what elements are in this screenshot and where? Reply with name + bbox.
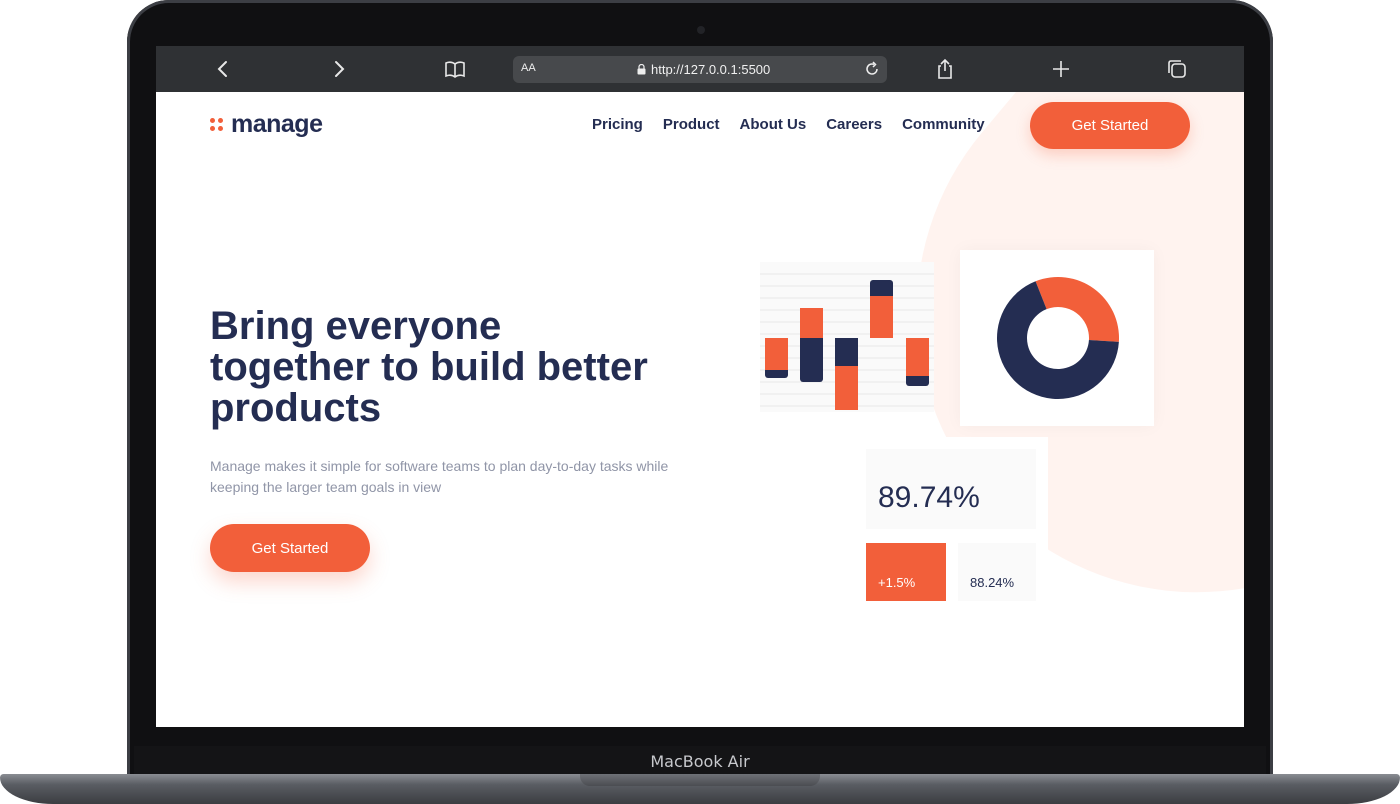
nav-pricing[interactable]: Pricing bbox=[592, 116, 643, 133]
bookmarks-icon[interactable] bbox=[444, 58, 466, 80]
main-nav: Pricing Product About Us Careers Communi… bbox=[592, 116, 985, 133]
url-text: http://127.0.0.1:5500 bbox=[651, 62, 771, 77]
back-icon[interactable] bbox=[212, 58, 234, 80]
new-tab-icon[interactable] bbox=[1050, 58, 1072, 80]
stat-change-box: +1.5% bbox=[866, 543, 946, 601]
text-size-button[interactable]: AA bbox=[521, 62, 536, 74]
hero-subtitle: Manage makes it simple for software team… bbox=[210, 458, 669, 495]
donut-chart-card bbox=[960, 250, 1154, 426]
bar-3-orange bbox=[835, 366, 858, 410]
bar-2-orange bbox=[800, 308, 823, 338]
donut-chart-illustration bbox=[997, 277, 1119, 399]
bar-5-orange bbox=[906, 338, 929, 376]
bar-3-navy bbox=[835, 338, 858, 370]
browser-toolbar: AA http://127.0.0.1:5500 bbox=[156, 46, 1244, 92]
hero-get-started-button[interactable]: Get Started bbox=[210, 524, 370, 572]
address-bar[interactable]: AA http://127.0.0.1:5500 bbox=[513, 56, 887, 83]
logo-text: manage bbox=[231, 110, 323, 138]
stat-secondary-value: 88.24% bbox=[970, 575, 1015, 590]
header-get-started-button[interactable]: Get Started bbox=[1030, 102, 1190, 149]
stat-secondary-box: 88.24% bbox=[958, 543, 1036, 601]
reload-icon[interactable] bbox=[863, 60, 881, 78]
nav-community[interactable]: Community bbox=[902, 116, 985, 133]
nav-careers[interactable]: Careers bbox=[826, 116, 882, 133]
lock-icon bbox=[637, 64, 646, 75]
logo[interactable]: manage bbox=[210, 110, 323, 139]
stats-card: 89.74% +1.5% 88.24% bbox=[856, 437, 1048, 617]
device-label: MacBook Air bbox=[650, 752, 750, 771]
bar-chart-illustration bbox=[760, 273, 934, 410]
bar-2-navy bbox=[800, 332, 823, 382]
stat-change-value: +1.5% bbox=[878, 575, 916, 590]
camera bbox=[697, 26, 705, 34]
tabs-icon[interactable] bbox=[1166, 58, 1188, 80]
stat-main-value: 89.74% bbox=[878, 481, 980, 514]
bar-1-orange bbox=[765, 338, 788, 370]
web-page: manage Pricing Product About Us Careers … bbox=[156, 92, 1244, 727]
screen: AA http://127.0.0.1:5500 manage Pricing … bbox=[156, 46, 1244, 727]
share-icon[interactable] bbox=[934, 58, 956, 80]
stat-main-box: 89.74% bbox=[866, 449, 1036, 529]
logo-icon bbox=[210, 118, 223, 131]
donut-orange-segment bbox=[1035, 277, 1119, 342]
bar-4-orange bbox=[870, 296, 893, 338]
forward-icon[interactable] bbox=[328, 58, 350, 80]
nav-product[interactable]: Product bbox=[663, 116, 720, 133]
hero-title: Bring everyone together to build better … bbox=[210, 304, 648, 430]
bar-chart-card bbox=[760, 262, 934, 412]
laptop-notch bbox=[580, 774, 820, 786]
nav-about-us[interactable]: About Us bbox=[740, 116, 807, 133]
